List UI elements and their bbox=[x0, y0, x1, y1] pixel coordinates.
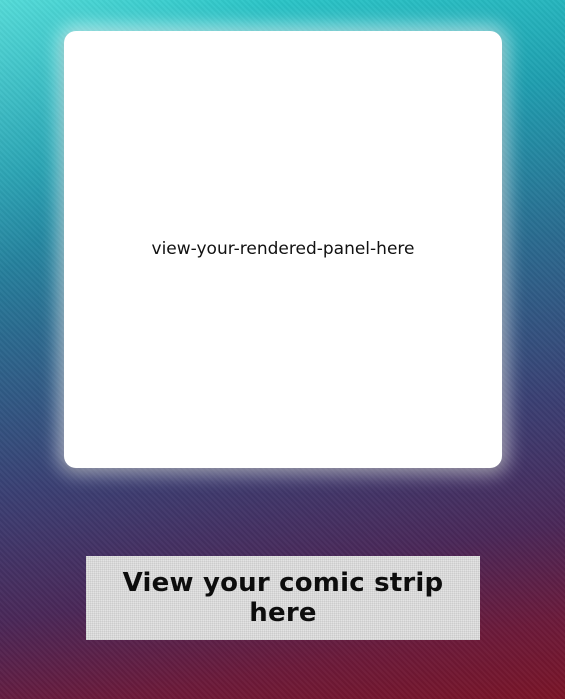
view-comic-strip-label: View your comic strip here bbox=[122, 568, 444, 628]
panel-placeholder-text: view-your-rendered-panel-here bbox=[151, 239, 415, 259]
rendered-panel-preview: view-your-rendered-panel-here bbox=[64, 31, 502, 468]
view-comic-strip-button[interactable]: View your comic strip here bbox=[86, 556, 480, 640]
